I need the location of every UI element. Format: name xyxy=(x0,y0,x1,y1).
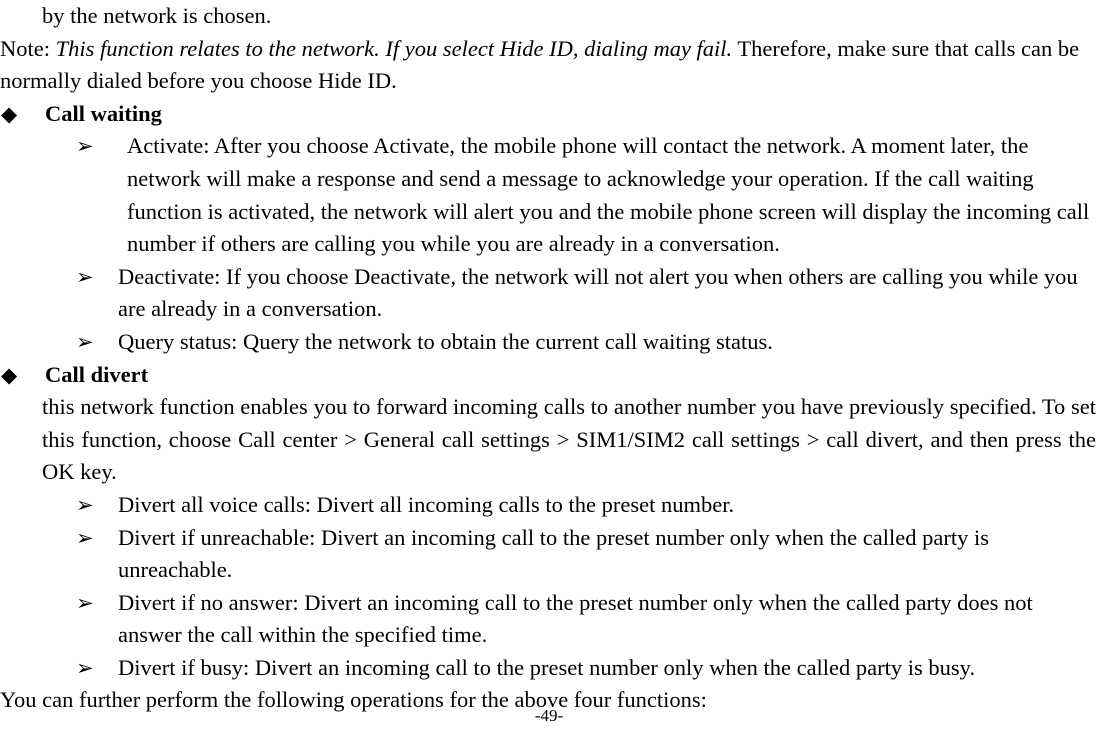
list-item-divert-if-busy-text: Divert if busy: Divert an incoming call … xyxy=(118,654,976,680)
arrow-bullet-icon: ➢ xyxy=(76,492,94,517)
list-item-divert-if-unreachable-text: Divert if unreachable: Divert an incomin… xyxy=(118,524,989,583)
heading-call-waiting-label: Call waiting xyxy=(45,100,162,126)
list-item-deactivate-text: Deactivate: If you choose Deactivate, th… xyxy=(118,263,1078,322)
arrow-bullet-icon: ➢ xyxy=(76,590,94,615)
list-item-divert-if-no-answer-text: Divert if no answer: Divert an incoming … xyxy=(118,589,1033,648)
paragraph-continuation: by the network is chosen. xyxy=(42,3,272,28)
list-item-activate-text: Activate: After you choose Activate, the… xyxy=(127,133,1090,257)
heading-call-waiting: ◆ Call waiting xyxy=(0,98,1098,131)
diamond-bullet-icon: ◆ xyxy=(1,101,18,126)
list-item-deactivate: ➢ Deactivate: If you choose Deactivate, t… xyxy=(0,261,1098,326)
arrow-bullet-icon: ➢ xyxy=(76,655,94,680)
list-item-query-status: ➢ Query status: Query the network to obta… xyxy=(0,326,1098,359)
arrow-bullet-icon: ➢ xyxy=(76,525,94,550)
list-item-divert-all-voice-calls: ➢ Divert all voice calls: Divert all inco… xyxy=(0,489,1098,522)
list-item-divert-if-no-answer: ➢ Divert if no answer: Divert an incoming… xyxy=(0,587,1098,652)
note-italic-text: This function relates to the network. If… xyxy=(55,35,733,61)
note-label: Note: xyxy=(0,35,56,61)
page-body: by the network is chosen. Note: This fun… xyxy=(0,0,1098,717)
list-item-activate: ➢ Activate: After you choose Activate, th… xyxy=(0,130,1098,260)
paragraph-call-divert: this network function enables you to for… xyxy=(42,394,1096,485)
list-item-divert-all-voice-calls-text: Divert all voice calls: Divert all incom… xyxy=(118,491,735,517)
note-paragraph: Note: This function relates to the netwo… xyxy=(0,33,1098,98)
manual-page: by the network is chosen. Note: This fun… xyxy=(0,0,1098,734)
page-number: -49- xyxy=(534,706,564,725)
heading-call-divert-label: Call divert xyxy=(45,361,149,387)
arrow-bullet-icon: ➢ xyxy=(76,264,94,289)
list-item-divert-if-unreachable: ➢ Divert if unreachable: Divert an incomi… xyxy=(0,522,1098,587)
list-item-divert-if-busy: ➢ Divert if busy: Divert an incoming call… xyxy=(0,652,1098,685)
heading-call-divert: ◆ Call divert xyxy=(0,359,1098,392)
arrow-bullet-icon: ➢ xyxy=(76,134,94,159)
arrow-bullet-icon: ➢ xyxy=(76,329,94,354)
diamond-bullet-icon: ◆ xyxy=(1,362,18,387)
list-item-query-status-text: Query status: Query the network to obtai… xyxy=(118,328,773,354)
